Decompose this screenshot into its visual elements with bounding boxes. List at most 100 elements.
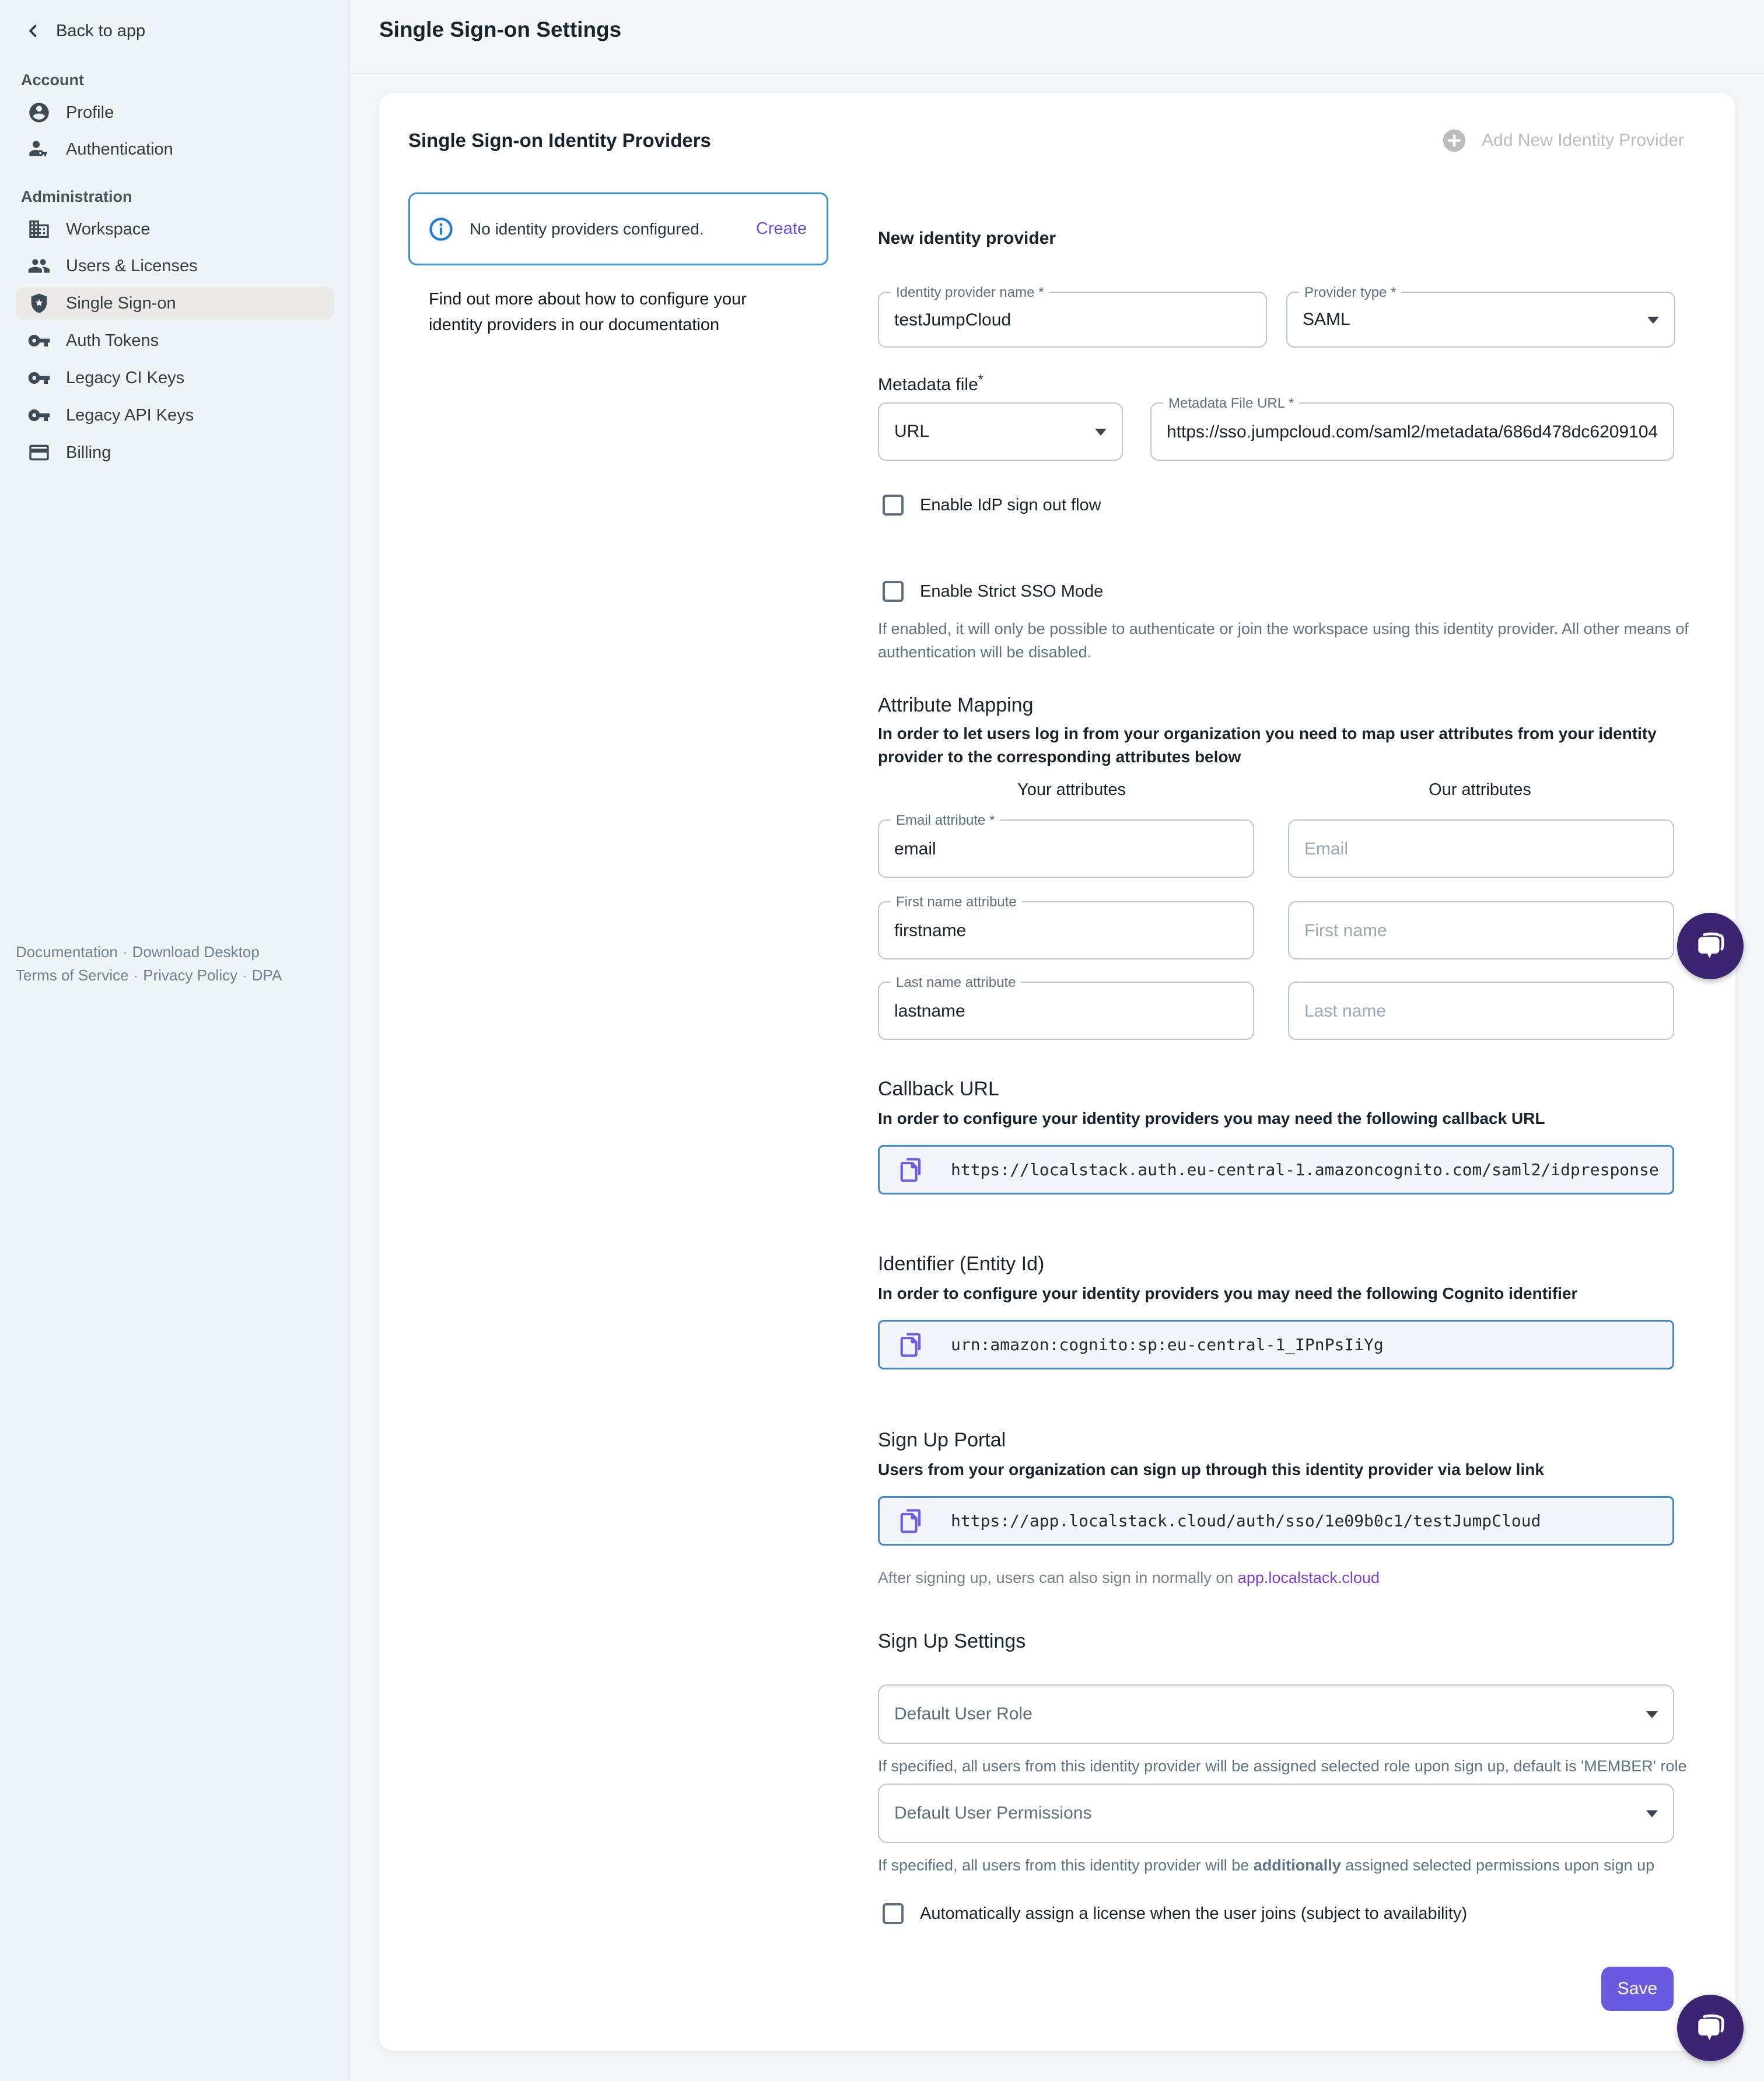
sign-in-note-text: After signing up, users can also sign in…: [878, 1569, 1238, 1586]
create-link[interactable]: Create: [756, 219, 807, 239]
chevron-down-icon: [1095, 429, 1107, 436]
key-icon: [27, 329, 51, 352]
footer-link-documentation[interactable]: Documentation: [16, 943, 118, 961]
chevron-left-icon: [23, 21, 43, 41]
settings-sidebar: Back to app Account Profile Authenticati…: [0, 0, 350, 2081]
identity-provider-name-input[interactable]: [893, 293, 1252, 348]
identifier-copybox[interactable]: urn:amazon:cognito:sp:eu-central-1_IPnPs…: [878, 1320, 1674, 1369]
footer-link-terms[interactable]: Terms of Service: [16, 966, 129, 984]
sign-up-portal-description: Users from your organization can sign up…: [878, 1458, 1689, 1481]
sidebar-item-label: Workspace: [66, 220, 150, 239]
our-first-name-field: [1288, 901, 1674, 959]
credit-card-icon: [27, 441, 51, 464]
callback-url-description: In order to configure your identity prov…: [878, 1107, 1689, 1130]
footer-link-dpa[interactable]: DPA: [252, 966, 282, 984]
identifier-value: urn:amazon:cognito:sp:eu-central-1_IPnPs…: [951, 1335, 1384, 1354]
chat-bubbles-icon: [1692, 2010, 1728, 2046]
sidebar-item-label: Legacy CI Keys: [66, 369, 184, 388]
metadata-file-url-field: Metadata File URL *: [1150, 402, 1674, 461]
default-user-permissions-select[interactable]: Default User Permissions: [878, 1784, 1674, 1843]
sign-up-portal-value: https://app.localstack.cloud/auth/sso/1e…: [951, 1511, 1541, 1530]
chat-widget-button[interactable]: [1677, 1995, 1744, 2061]
auto-license-checkbox[interactable]: [883, 1903, 904, 1924]
separator: ·: [118, 943, 132, 961]
idp-signout-label: Enable IdP sign out flow: [920, 496, 1101, 515]
copy-icon[interactable]: [896, 1506, 926, 1536]
alert-text: No identity providers configured.: [470, 220, 704, 239]
no-providers-alert: No identity providers configured. Create: [408, 192, 828, 265]
key-icon: [27, 404, 51, 427]
last-name-attribute-input[interactable]: [893, 983, 1239, 1040]
chat-widget-button[interactable]: [1677, 913, 1744, 979]
copy-icon[interactable]: [896, 1155, 926, 1185]
sidebar-item-billing[interactable]: Billing: [16, 436, 334, 469]
sidebar-item-single-sign-on[interactable]: Single Sign-on: [16, 287, 334, 320]
perm-help-bold: additionally: [1254, 1856, 1341, 1874]
email-attribute-input[interactable]: [893, 821, 1239, 878]
sidebar-item-authentication[interactable]: Authentication: [16, 133, 334, 166]
sidebar-item-legacy-api-keys[interactable]: Legacy API Keys: [16, 399, 334, 432]
metadata-file-heading: Metadata file*: [878, 372, 983, 395]
sidebar-item-legacy-ci-keys[interactable]: Legacy CI Keys: [16, 362, 334, 394]
attribute-mapping-description: In order to let users log in from your o…: [878, 722, 1689, 769]
sidebar-item-auth-tokens[interactable]: Auth Tokens: [16, 324, 334, 357]
our-email-input[interactable]: [1303, 821, 1659, 878]
add-new-identity-provider-button[interactable]: Add New Identity Provider: [1441, 127, 1684, 154]
chat-bubbles-icon: [1692, 928, 1728, 964]
footer-link-download-desktop[interactable]: Download Desktop: [132, 943, 260, 961]
default-user-role-select[interactable]: Default User Role: [878, 1684, 1674, 1744]
sidebar-item-label: Single Sign-on: [66, 294, 176, 313]
add-new-identity-provider-label: Add New Identity Provider: [1482, 131, 1684, 150]
separator: ·: [237, 966, 252, 984]
chevron-down-icon: [1646, 1810, 1658, 1817]
identifier-heading: Identifier (Entity Id): [878, 1253, 1044, 1276]
sidebar-item-label: Profile: [66, 103, 114, 122]
strict-sso-label: Enable Strict SSO Mode: [920, 582, 1103, 601]
sign-up-portal-copybox[interactable]: https://app.localstack.cloud/auth/sso/1e…: [878, 1496, 1674, 1546]
metadata-file-heading-text: Metadata file: [878, 375, 978, 394]
sidebar-item-users-licenses[interactable]: Users & Licenses: [16, 250, 334, 282]
strict-sso-checkbox[interactable]: [883, 581, 904, 602]
account-circle-icon: [27, 101, 51, 124]
person-key-icon: [27, 138, 51, 161]
callback-url-copybox[interactable]: https://localstack.auth.eu-central-1.ama…: [878, 1145, 1674, 1194]
idp-signout-row: Enable IdP sign out flow: [883, 495, 1101, 516]
first-name-attribute-input[interactable]: [893, 902, 1239, 959]
sidebar-item-label: Billing: [66, 443, 111, 463]
provider-type-select[interactable]: Provider type * SAML: [1286, 292, 1675, 348]
our-first-name-input[interactable]: [1303, 902, 1659, 959]
info-icon: [428, 216, 454, 243]
docs-note: Find out more about how to configure you…: [429, 286, 796, 338]
sidebar-item-label: Users & Licenses: [66, 257, 198, 276]
new-identity-provider-heading: New identity provider: [878, 229, 1056, 248]
attribute-mapping-heading: Attribute Mapping: [878, 694, 1034, 717]
page-title: Single Sign-on Settings: [379, 17, 621, 42]
back-to-app-button[interactable]: Back to app: [23, 21, 145, 41]
chevron-down-icon: [1647, 317, 1659, 324]
provider-type-value: SAML: [1303, 310, 1350, 330]
copy-icon[interactable]: [896, 1330, 926, 1360]
chevron-down-icon: [1646, 1711, 1658, 1718]
required-asterisk: *: [978, 372, 984, 387]
sidebar-footer-links: Documentation·Download Desktop Terms of …: [16, 940, 282, 987]
metadata-source-select[interactable]: URL: [878, 402, 1123, 461]
save-button[interactable]: Save: [1601, 1967, 1674, 2011]
plus-circle-icon: [1441, 127, 1468, 154]
provider-type-label: Provider type *: [1299, 285, 1401, 301]
sidebar-item-profile[interactable]: Profile: [16, 96, 334, 129]
footer-link-privacy[interactable]: Privacy Policy: [143, 966, 237, 984]
sidebar-item-label: Legacy API Keys: [66, 406, 194, 425]
our-last-name-input[interactable]: [1303, 983, 1659, 1040]
idp-signout-checkbox[interactable]: [883, 495, 904, 516]
default-user-role-help: If specified, all users from this identi…: [878, 1754, 1689, 1778]
sidebar-item-workspace[interactable]: Workspace: [16, 213, 334, 246]
metadata-file-url-input[interactable]: [1166, 404, 1659, 461]
sso-settings-card: Single Sign-on Identity Providers Add Ne…: [379, 93, 1735, 2051]
first-name-attribute-field: First name attribute: [878, 901, 1254, 959]
perm-help-prefix: If specified, all users from this identi…: [878, 1856, 1254, 1874]
users-group-icon: [27, 254, 51, 278]
strict-sso-row: Enable Strict SSO Mode: [883, 581, 1103, 602]
app-localstack-cloud-link[interactable]: app.localstack.cloud: [1238, 1569, 1380, 1586]
callback-url-value: https://localstack.auth.eu-central-1.ama…: [951, 1160, 1659, 1179]
last-name-attribute-field: Last name attribute: [878, 982, 1254, 1040]
